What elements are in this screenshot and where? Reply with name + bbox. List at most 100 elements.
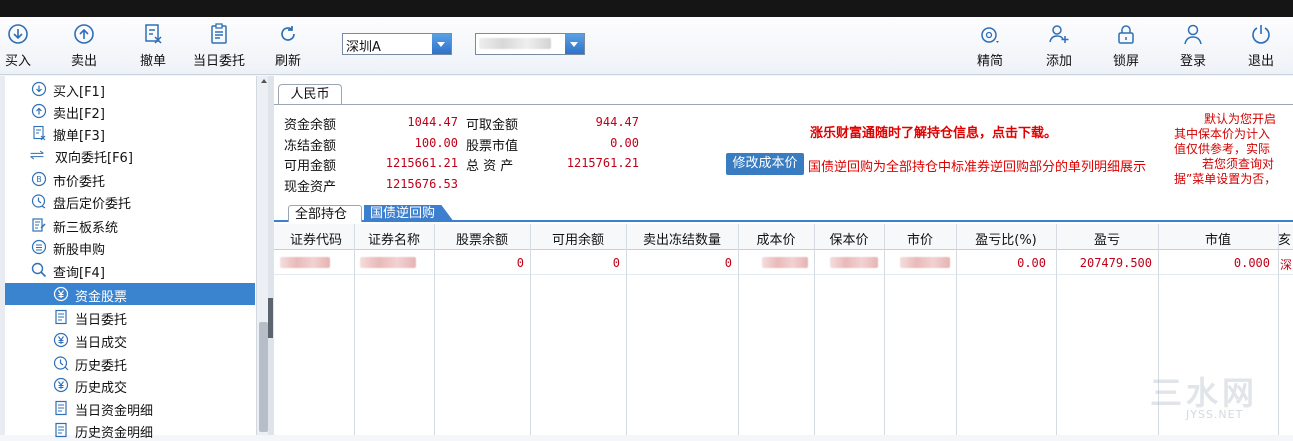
buy-button[interactable]: 买入 xyxy=(0,23,44,71)
column-header[interactable]: 市值 xyxy=(1158,229,1278,248)
sidebar-item-neeq[interactable]: 新三板系统 xyxy=(5,214,255,236)
sidebar-item-label: 当日委托 xyxy=(75,313,128,328)
svg-text:B: B xyxy=(36,175,42,184)
available-balance-cell: 0 xyxy=(612,256,620,270)
sidebar-item-label: 当日资金明细 xyxy=(75,404,154,419)
pnl-ratio-cell: 0.00 xyxy=(1017,256,1046,270)
sidebar-item-label: 新三板系统 xyxy=(53,221,119,236)
notice-text: 默认为您开启 其中保本价为计入 值仅供参考，实际 若您须查询对 据”菜单设置为否… xyxy=(1174,110,1293,186)
stock-value-value: 0.00 xyxy=(610,136,639,150)
sidebar-item-history-trades[interactable]: 历史成交 xyxy=(5,374,255,396)
sell-frozen-cell: 0 xyxy=(724,256,732,270)
breakeven-price-cell xyxy=(830,257,878,271)
chevron-down-icon[interactable] xyxy=(565,34,584,54)
sidebar-item-buy[interactable]: 买入[F1] xyxy=(5,78,255,100)
sidebar-item-market-order[interactable]: B 市价委托 xyxy=(5,168,255,190)
today-orders-button[interactable]: 当日委托 xyxy=(193,23,245,71)
column-divider xyxy=(434,224,435,435)
table-row[interactable]: 0 0 0 0.00 207479.500 0.000 深 xyxy=(274,251,1293,275)
scroll-up-arrow-icon[interactable] xyxy=(261,79,267,83)
sidebar-item-history-orders[interactable]: 历史委托 xyxy=(5,352,255,374)
column-header[interactable]: 成本价 xyxy=(738,229,814,248)
main-toolbar: 买入 卖出 撤单 当日委托 刷新 深圳A 精简 添加 锁屏 登录 退出 xyxy=(0,17,1293,75)
document-icon xyxy=(55,309,67,325)
compact-button[interactable]: 精简 xyxy=(964,23,1016,71)
column-header[interactable]: 证券名称 xyxy=(354,229,434,248)
notice-line: 据”菜单设置为否， xyxy=(1174,172,1277,186)
list-circle-icon xyxy=(31,239,47,255)
sidebar-item-label: 历史成交 xyxy=(75,381,128,396)
tab-all-holdings[interactable]: 全部持仓 xyxy=(288,205,362,222)
account-select[interactable] xyxy=(475,33,585,55)
sidebar-item-label: 卖出[F2] xyxy=(53,107,105,122)
column-header[interactable]: 盈亏 xyxy=(1056,229,1158,248)
column-header[interactable]: 可用余额 xyxy=(530,229,626,248)
sidebar-item-two-way[interactable]: 双向委托[F6] xyxy=(5,144,255,166)
sidebar-item-label: 资金股票 xyxy=(75,290,128,305)
cancel-order-button-label: 撤单 xyxy=(139,54,166,69)
document-icon xyxy=(55,400,67,416)
total-assets-label: 总 资 产 xyxy=(466,159,514,174)
title-bar xyxy=(0,0,1293,17)
lock-screen-button-label: 锁屏 xyxy=(1112,54,1139,69)
column-header[interactable]: 亥 xyxy=(1278,229,1293,248)
login-button[interactable]: 登录 xyxy=(1167,23,1219,71)
cash-assets-value: 1215676.53 xyxy=(385,177,458,191)
column-divider xyxy=(530,224,531,435)
refresh-button[interactable]: 刷新 xyxy=(262,23,314,71)
column-divider xyxy=(738,224,739,435)
available-value: 1215661.21 xyxy=(385,156,458,170)
chevron-down-icon[interactable] xyxy=(432,34,451,54)
column-header[interactable]: 卖出冻结数量 xyxy=(626,229,738,248)
document-list-icon xyxy=(211,23,227,44)
function-tree: 买入[F1] 卖出[F2] 撤单[F3] 双向委托[F6] B 市价委托 盘后定… xyxy=(0,76,270,441)
sidebar-item-label: 当日成交 xyxy=(75,336,128,351)
holdings-tabs: 全部持仓 国债逆回购 xyxy=(274,204,1293,222)
sidebar-item-label: 查询[F4] xyxy=(53,266,105,281)
add-button[interactable]: 添加 xyxy=(1033,23,1085,71)
sidebar-item-today-orders[interactable]: 当日委托 xyxy=(5,306,255,328)
exchange-cell: 深 xyxy=(1280,258,1293,272)
sidebar-item-sell[interactable]: 卖出[F2] xyxy=(5,100,255,122)
cash-assets-label: 现金资产 xyxy=(284,180,337,195)
site-watermark: 三水网 JYSS.NET xyxy=(1150,368,1290,428)
sell-icon xyxy=(74,24,94,44)
splitter-grip[interactable] xyxy=(268,298,273,338)
sidebar-item-today-trades[interactable]: 当日成交 xyxy=(5,329,255,351)
column-header[interactable]: 证券代码 xyxy=(276,229,356,248)
sell-button[interactable]: 卖出 xyxy=(58,23,110,71)
sidebar-item-query[interactable]: 查询[F4] xyxy=(5,259,255,281)
lock-screen-button[interactable]: 锁屏 xyxy=(1100,23,1152,71)
sidebar-item-history-fund-detail[interactable]: 历史资金明细 xyxy=(5,419,255,441)
modify-cost-button[interactable]: 修改成本价 xyxy=(726,153,804,175)
history-clock-icon xyxy=(53,356,69,371)
column-header[interactable]: 股票余额 xyxy=(434,229,530,248)
withdrawable-value: 944.47 xyxy=(595,115,639,129)
column-divider xyxy=(814,224,815,435)
table-header: 证券代码 证券名称 股票余额 可用余额 卖出冻结数量 成本价 保本价 市价 盈亏… xyxy=(274,224,1293,250)
sidebar-item-ipo[interactable]: 新股申购 xyxy=(5,236,255,258)
column-header[interactable]: 盈亏比(%) xyxy=(956,229,1056,248)
scroll-thumb[interactable] xyxy=(259,322,268,432)
column-header[interactable]: 保本价 xyxy=(814,229,884,248)
sell-button-label: 卖出 xyxy=(70,54,97,69)
sell-icon xyxy=(31,103,47,119)
exit-button[interactable]: 退出 xyxy=(1235,23,1287,71)
document-icon xyxy=(55,422,67,438)
frozen-value: 100.00 xyxy=(414,136,458,150)
cancel-order-button[interactable]: 撤单 xyxy=(127,23,179,71)
frozen-label: 冻结金额 xyxy=(284,139,337,154)
column-header[interactable]: 市价 xyxy=(884,229,956,248)
buy-icon xyxy=(31,81,47,97)
market-select[interactable]: 深圳A xyxy=(342,33,452,55)
tab-rmb[interactable]: 人民币 xyxy=(278,84,342,104)
search-icon xyxy=(31,262,47,278)
sidebar-item-cancel[interactable]: 撤单[F3] xyxy=(5,122,255,144)
download-promo-link[interactable]: 涨乐财富通随时了解持仓信息，点击下载。 xyxy=(810,122,1057,141)
yuan-circle-icon xyxy=(53,377,69,393)
sidebar-item-after-hours[interactable]: 盘后定价委托 xyxy=(5,190,255,212)
document-edit-icon xyxy=(32,218,46,232)
sidebar-item-funds-stocks[interactable]: 资金股票 xyxy=(5,283,255,305)
tab-reverse-repo[interactable]: 国债逆回购 xyxy=(364,205,454,222)
sidebar-item-today-fund-detail[interactable]: 当日资金明细 xyxy=(5,397,255,419)
